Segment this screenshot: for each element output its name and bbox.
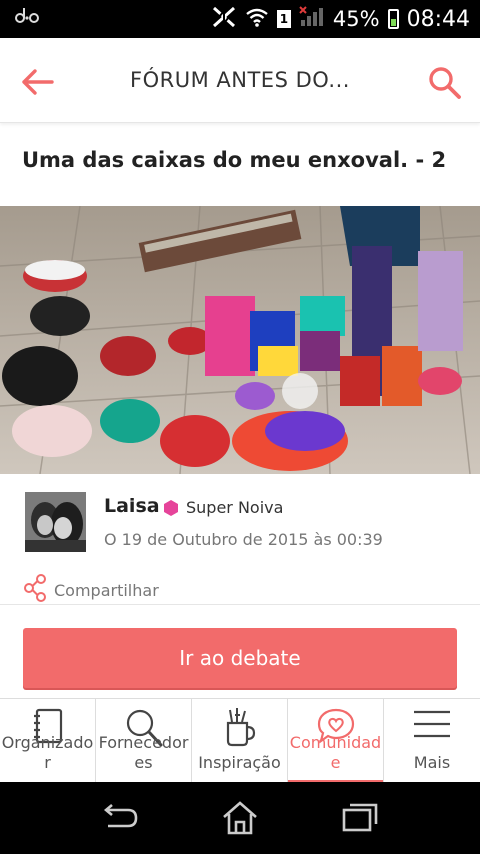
post-title: Uma das caixas do meu enxoval. - 2 bbox=[22, 148, 447, 172]
tab-label: Inspiração bbox=[198, 753, 281, 772]
share-icon bbox=[24, 574, 48, 606]
status-bar: 1 45% 08:44 bbox=[0, 0, 480, 38]
share-button[interactable]: Compartilhar bbox=[24, 574, 159, 606]
nfc-icon bbox=[211, 5, 237, 34]
battery-icon bbox=[387, 9, 399, 29]
arrow-left-icon[interactable] bbox=[18, 62, 58, 102]
back-nav-icon[interactable] bbox=[100, 800, 140, 836]
post-photo[interactable] bbox=[0, 206, 480, 474]
tab-label: Fornecedores bbox=[98, 733, 189, 772]
author-badge: Super Noiva bbox=[186, 498, 284, 517]
cup-icon bbox=[223, 707, 257, 751]
battery-percent: 45% bbox=[332, 7, 380, 31]
app-header: FÓRUM ANTES DO... bbox=[0, 38, 480, 123]
tab-mais[interactable]: Mais bbox=[384, 699, 480, 783]
tab-label: Mais bbox=[413, 753, 451, 772]
search-icon[interactable] bbox=[422, 60, 466, 104]
bottom-tab-bar: Organizador Fornecedores Inspiração Comu… bbox=[0, 698, 480, 783]
go-to-debate-button[interactable]: Ir ao debate bbox=[23, 628, 457, 688]
divider bbox=[0, 604, 480, 605]
system-nav-bar bbox=[0, 782, 480, 854]
page-title: FÓRUM ANTES DO... bbox=[130, 68, 350, 92]
status-right: 1 45% 08:44 bbox=[211, 0, 470, 38]
recents-nav-icon[interactable] bbox=[340, 800, 380, 836]
signal-icon bbox=[299, 5, 325, 33]
tab-inspiracao[interactable]: Inspiração bbox=[192, 699, 288, 783]
share-label: Compartilhar bbox=[54, 580, 159, 600]
avatar[interactable] bbox=[25, 492, 86, 552]
tab-label: Organizador bbox=[1, 733, 94, 772]
odo-icon bbox=[14, 6, 40, 31]
wifi-icon bbox=[245, 7, 269, 32]
hexagon-badge-icon bbox=[164, 500, 178, 516]
sim-badge: 1 bbox=[276, 10, 291, 28]
tab-comunidade[interactable]: Comunidade bbox=[288, 699, 384, 783]
tab-fornecedores[interactable]: Fornecedores bbox=[96, 699, 192, 783]
tab-label: Comunidade bbox=[289, 733, 382, 772]
tab-organizador[interactable]: Organizador bbox=[0, 699, 96, 783]
menu-icon bbox=[412, 707, 452, 745]
post-date: O 19 de Outubro de 2015 às 00:39 bbox=[104, 530, 383, 549]
home-nav-icon[interactable] bbox=[220, 800, 260, 836]
author-name[interactable]: Laisa bbox=[104, 495, 160, 517]
clock: 08:44 bbox=[406, 6, 470, 32]
